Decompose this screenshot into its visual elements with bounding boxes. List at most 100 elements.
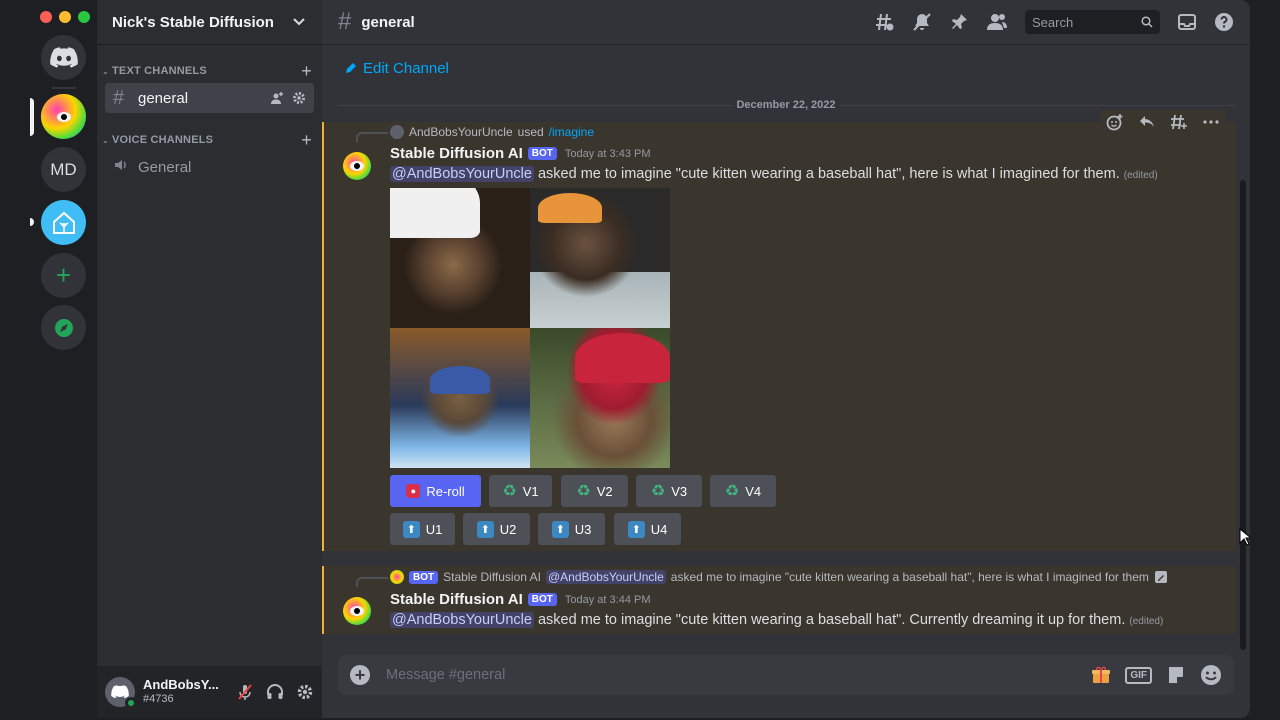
variation-3-button[interactable]: ♻ V3 [636,475,702,507]
channel-sidebar: Nick's Stable Diffusion ⌄ TEXT CHANNELS … [97,0,322,718]
button-label: V2 [596,483,613,499]
minimize-window-button[interactable] [59,11,71,23]
notification-muted-icon[interactable] [912,12,932,32]
plus-icon: + [354,664,366,685]
slash-command-link[interactable]: /imagine [549,125,594,139]
search-input[interactable]: Search [1025,10,1160,34]
user-names[interactable]: AndBobsY... #4736 [143,678,219,706]
search-placeholder: Search [1032,14,1074,30]
gift-icon[interactable] [1091,665,1111,685]
button-label: U3 [574,521,592,537]
reply-icon[interactable] [1138,113,1156,131]
user-mention[interactable]: @AndBobsYourUncle [390,612,534,628]
create-voice-channel-button[interactable]: + [301,130,312,151]
message-input[interactable]: Message #general [386,667,505,683]
reply-text[interactable]: asked me to imagine "cute kitten wearing… [671,570,1149,584]
plus-icon: + [55,260,72,290]
avatar[interactable] [105,677,137,709]
message-header: Stable Diffusion AI BOT Today at 3:43 PM [390,145,651,162]
headphones-icon[interactable] [266,683,284,701]
reroll-button[interactable]: ● Re-roll [390,475,481,507]
avatar[interactable] [343,152,371,180]
generated-image-3[interactable] [390,328,530,468]
server-home-assistant[interactable] [41,200,86,245]
edit-channel-link[interactable]: Edit Channel [344,60,449,77]
create-thread-icon[interactable] [1170,113,1188,131]
reply-author[interactable]: Stable Diffusion AI [443,570,541,584]
close-window-button[interactable] [40,11,52,23]
bot-badge: BOT [527,593,557,606]
avatar[interactable] [343,597,371,625]
add-server-button[interactable]: + [41,253,86,298]
member-list-icon[interactable] [986,12,1008,32]
button-label: V1 [522,483,539,499]
category-voice-channels[interactable]: ⌄ VOICE CHANNELS + [102,130,312,151]
explore-servers-button[interactable] [41,305,86,350]
search-icon [1141,16,1153,28]
microphone-muted-icon[interactable] [236,683,254,701]
arrow-up-icon: ⬆ [476,520,494,538]
chevron-down-icon [293,18,305,26]
variation-2-button[interactable]: ♻ V2 [561,475,628,507]
upscale-1-button[interactable]: ⬆ U1 [390,513,455,545]
edit-image-icon [1154,571,1167,583]
compass-icon [54,318,73,337]
upscale-4-button[interactable]: ⬆ U4 [614,513,681,545]
voice-channel-general[interactable]: General [105,152,314,182]
category-label: TEXT CHANNELS [112,65,207,77]
generated-image-1[interactable] [390,188,530,328]
upscale-3-button[interactable]: ⬆ U3 [538,513,605,545]
message-author[interactable]: Stable Diffusion AI [390,591,523,608]
date-divider: December 22, 2022 [337,99,1235,111]
message[interactable]: BOT Stable Diffusion AI @AndBobsYourUncl… [322,566,1236,634]
message-reply-line: BOT Stable Diffusion AI @AndBobsYourUncl… [356,570,1168,587]
gif-button[interactable]: GIF [1125,666,1152,684]
inbox-icon[interactable] [1177,12,1197,32]
generated-image-2[interactable] [530,188,670,328]
reply-user[interactable]: AndBobsYourUncle [409,125,513,139]
variation-1-button[interactable]: ♻ V1 [489,475,552,507]
category-text-channels[interactable]: ⌄ TEXT CHANNELS + [102,61,312,82]
upload-button[interactable]: + [350,665,370,685]
more-options-icon[interactable] [1202,113,1220,131]
gear-icon[interactable] [296,683,314,701]
create-channel-button[interactable]: + [301,61,312,82]
message[interactable]: AndBobsYourUncle used /imagine Stable Di… [322,122,1236,551]
pin-icon[interactable] [949,12,969,32]
server-header[interactable]: Nick's Stable Diffusion [97,0,322,45]
generated-image-4[interactable] [530,328,670,468]
command-reply-line: AndBobsYourUncle used /imagine [356,125,594,142]
house-icon [52,211,75,234]
discord-window: MD + Nick's Stable Diffusion ⌄ TEXT CHAN… [30,0,1250,718]
recycle-icon: ♻ [576,483,591,500]
image-grid[interactable] [390,188,670,468]
eye-icon [350,606,364,616]
user-mention[interactable]: @AndBobsYourUncle [390,166,534,182]
add-reaction-icon[interactable] [1106,113,1124,131]
threads-icon[interactable] [875,12,895,32]
channel-general[interactable]: # general [105,83,314,113]
home-button[interactable] [41,35,86,80]
recycle-icon: ♻ [724,483,740,500]
message-composer: + Message #general GIF [338,655,1234,695]
user-mention[interactable]: @AndBobsYourUncle [545,570,666,584]
sticker-icon[interactable] [1166,665,1186,685]
message-author[interactable]: Stable Diffusion AI [390,145,523,162]
help-icon[interactable] [1214,12,1234,32]
chevron-down-icon: ⌄ [102,135,109,145]
invite-member-icon[interactable] [270,91,284,105]
scrollbar[interactable] [1240,180,1246,650]
recycle-icon: ♻ [650,483,666,500]
username: AndBobsY... [143,677,219,692]
emoji-icon[interactable] [1200,664,1222,686]
server-md[interactable]: MD [41,147,86,192]
variation-4-button[interactable]: ♻ V4 [710,475,776,507]
hat-shape [538,193,602,223]
upscale-2-button[interactable]: ⬆ U2 [463,513,530,545]
maximize-window-button[interactable] [78,11,90,23]
eye-icon [350,161,364,171]
bot-badge: BOT [409,570,439,584]
server-nicks-stable-diffusion[interactable] [41,94,86,139]
gear-icon[interactable] [292,91,306,105]
speaker-icon [113,156,138,179]
